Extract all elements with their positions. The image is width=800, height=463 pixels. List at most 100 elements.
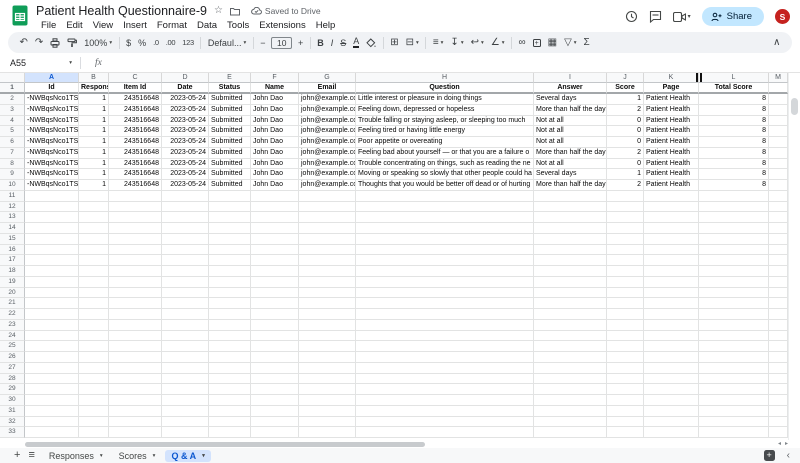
cell-L14[interactable]: [699, 223, 769, 234]
cell-D3[interactable]: 2023-05-24: [162, 105, 209, 116]
cell-L23[interactable]: [699, 320, 769, 331]
cell-C13[interactable]: [109, 212, 162, 223]
cell-K31[interactable]: [644, 406, 699, 417]
vertical-align-button[interactable]: ↧ ▾: [447, 35, 467, 51]
cell-H26[interactable]: [356, 352, 534, 363]
cell-F6[interactable]: John Dao: [251, 137, 299, 148]
cell-D21[interactable]: [162, 298, 209, 309]
column-header-D[interactable]: D: [162, 73, 209, 83]
cell-E21[interactable]: [209, 298, 251, 309]
cell-A25[interactable]: [25, 341, 79, 352]
cell-J1[interactable]: Score: [607, 83, 644, 94]
cell-M2[interactable]: [769, 94, 788, 105]
cell-A15[interactable]: [25, 234, 79, 245]
share-button[interactable]: Share: [702, 7, 764, 26]
cell-C19[interactable]: [109, 277, 162, 288]
cell-F2[interactable]: John Dao: [251, 94, 299, 105]
cell-G12[interactable]: [299, 202, 356, 213]
cell-I12[interactable]: [534, 202, 607, 213]
cell-D16[interactable]: [162, 245, 209, 256]
cell-K23[interactable]: [644, 320, 699, 331]
version-history-icon[interactable]: [625, 10, 638, 23]
cell-A6[interactable]: -NWBqsNco1TS: [25, 137, 79, 148]
add-sheet-button[interactable]: +: [14, 450, 20, 461]
cell-F13[interactable]: [251, 212, 299, 223]
cell-M13[interactable]: [769, 212, 788, 223]
cell-G13[interactable]: [299, 212, 356, 223]
cell-F22[interactable]: [251, 309, 299, 320]
cell-I18[interactable]: [534, 266, 607, 277]
cell-B24[interactable]: [79, 331, 109, 342]
cell-K26[interactable]: [644, 352, 699, 363]
cell-J12[interactable]: [607, 202, 644, 213]
cell-D30[interactable]: [162, 395, 209, 406]
row-header-32[interactable]: 32: [0, 417, 25, 428]
cell-C18[interactable]: [109, 266, 162, 277]
cell-E17[interactable]: [209, 255, 251, 266]
cell-D5[interactable]: 2023-05-24: [162, 126, 209, 137]
cell-H12[interactable]: [356, 202, 534, 213]
cell-L24[interactable]: [699, 331, 769, 342]
cell-C14[interactable]: [109, 223, 162, 234]
cell-D32[interactable]: [162, 417, 209, 428]
cell-I8[interactable]: Not at all: [534, 159, 607, 170]
cell-H25[interactable]: [356, 341, 534, 352]
cell-C2[interactable]: 243516648: [109, 94, 162, 105]
cell-G26[interactable]: [299, 352, 356, 363]
cell-I1[interactable]: Answer: [534, 83, 607, 94]
font-select[interactable]: Defaul... ▾: [204, 35, 249, 51]
cell-H14[interactable]: [356, 223, 534, 234]
cell-H11[interactable]: [356, 191, 534, 202]
cell-B30[interactable]: [79, 395, 109, 406]
cell-H2[interactable]: Little interest or pleasure in doing thi…: [356, 94, 534, 105]
cell-F4[interactable]: John Dao: [251, 116, 299, 127]
sheets-logo-icon[interactable]: [12, 5, 28, 26]
cell-A23[interactable]: [25, 320, 79, 331]
cell-L33[interactable]: [699, 427, 769, 438]
cell-I6[interactable]: Not at all: [534, 137, 607, 148]
cell-D18[interactable]: [162, 266, 209, 277]
cell-H21[interactable]: [356, 298, 534, 309]
cell-A30[interactable]: [25, 395, 79, 406]
cell-C3[interactable]: 243516648: [109, 105, 162, 116]
cell-B23[interactable]: [79, 320, 109, 331]
cell-C31[interactable]: [109, 406, 162, 417]
cell-J6[interactable]: 0: [607, 137, 644, 148]
cell-I32[interactable]: [534, 417, 607, 428]
cell-F17[interactable]: [251, 255, 299, 266]
cell-A16[interactable]: [25, 245, 79, 256]
select-all-corner[interactable]: [0, 73, 25, 83]
decrease-decimal-button[interactable]: .0: [150, 35, 163, 51]
cell-I33[interactable]: [534, 427, 607, 438]
cell-B33[interactable]: [79, 427, 109, 438]
cell-H19[interactable]: [356, 277, 534, 288]
cell-E10[interactable]: Submitted: [209, 180, 251, 191]
cell-H15[interactable]: [356, 234, 534, 245]
cell-K11[interactable]: [644, 191, 699, 202]
cell-D9[interactable]: 2023-05-24: [162, 169, 209, 180]
cell-J33[interactable]: [607, 427, 644, 438]
cell-G29[interactable]: [299, 384, 356, 395]
filter-button[interactable]: ▽ ▾: [561, 35, 580, 51]
cell-I16[interactable]: [534, 245, 607, 256]
cell-I31[interactable]: [534, 406, 607, 417]
cell-G23[interactable]: [299, 320, 356, 331]
cell-K22[interactable]: [644, 309, 699, 320]
cell-L31[interactable]: [699, 406, 769, 417]
cell-K27[interactable]: [644, 363, 699, 374]
cell-B19[interactable]: [79, 277, 109, 288]
cell-C9[interactable]: 243516648: [109, 169, 162, 180]
cell-F19[interactable]: [251, 277, 299, 288]
cell-L12[interactable]: [699, 202, 769, 213]
cell-L27[interactable]: [699, 363, 769, 374]
cell-B3[interactable]: 1: [79, 105, 109, 116]
cell-B7[interactable]: 1: [79, 148, 109, 159]
cell-B13[interactable]: [79, 212, 109, 223]
cell-F11[interactable]: [251, 191, 299, 202]
cell-F18[interactable]: [251, 266, 299, 277]
cell-L15[interactable]: [699, 234, 769, 245]
cell-B10[interactable]: 1: [79, 180, 109, 191]
cell-M4[interactable]: [769, 116, 788, 127]
cell-E12[interactable]: [209, 202, 251, 213]
cell-J11[interactable]: [607, 191, 644, 202]
